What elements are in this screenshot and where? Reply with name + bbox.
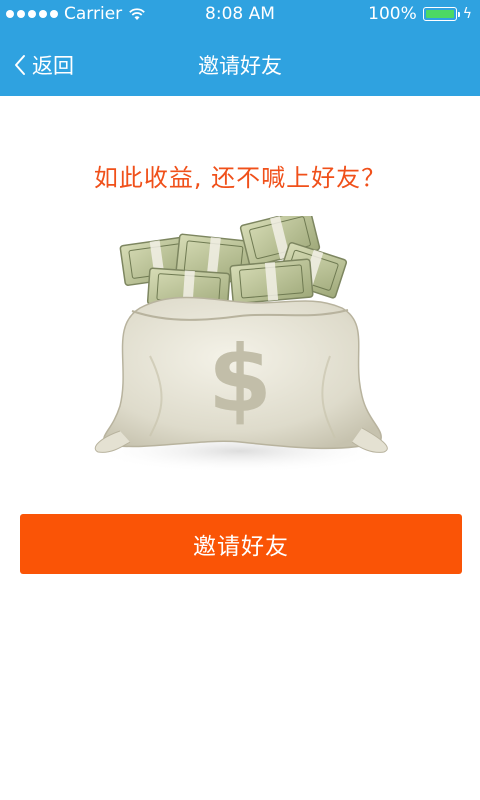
money-bag-illustration: $ (90, 216, 390, 473)
navigation-bar: 返回 邀请好友 (0, 36, 480, 92)
battery-percent: 100% (368, 4, 417, 24)
battery-icon (422, 7, 460, 21)
headline-text: 如此收益, 还不喊上好友？ (93, 164, 387, 192)
page-title: 邀请好友 (198, 54, 282, 78)
svg-text:$: $ (208, 326, 272, 433)
charging-icon: ϟ (462, 6, 472, 22)
top-bar: Carrier 8:08 AM 100% ϟ 返回 邀请好友 (0, 0, 480, 96)
status-bar: Carrier 8:08 AM 100% ϟ (0, 0, 480, 28)
invite-friends-button[interactable]: 邀请好友 (20, 514, 462, 574)
